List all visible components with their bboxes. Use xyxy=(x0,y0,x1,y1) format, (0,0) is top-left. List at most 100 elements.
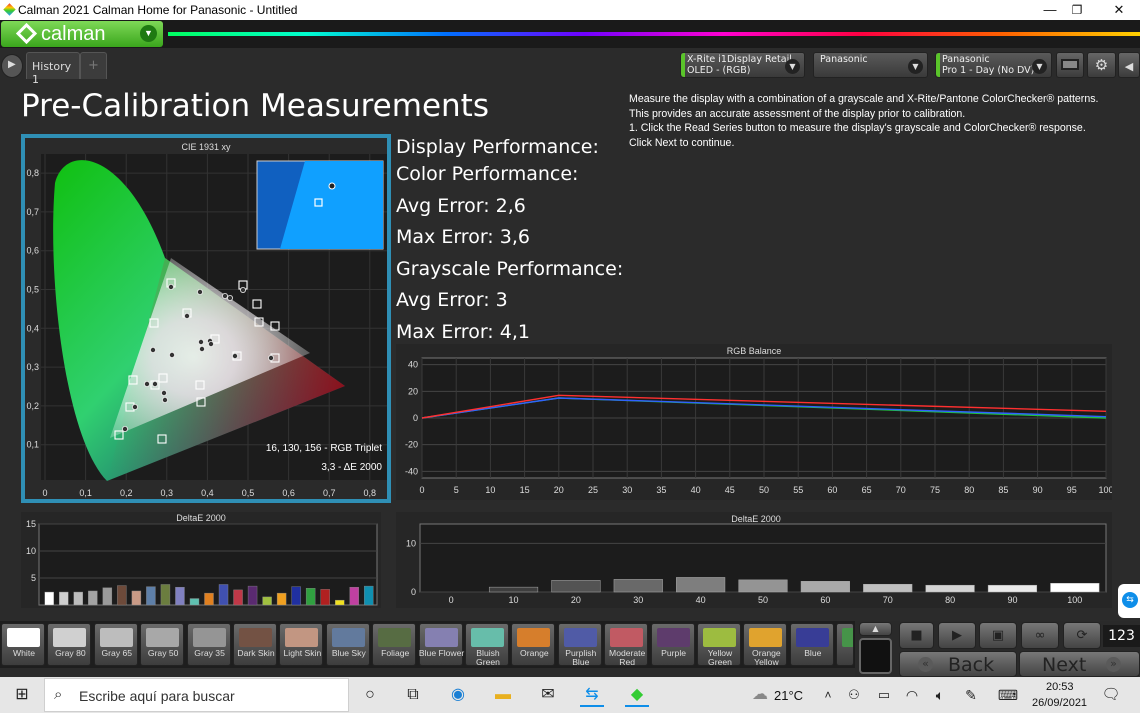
swatch-button[interactable]: Foliage xyxy=(372,623,417,666)
gray-max-error: Max Error: 4,1 xyxy=(396,321,530,343)
swatch-button[interactable]: White xyxy=(1,623,45,666)
rgb-x-tick-label: 80 xyxy=(964,485,974,495)
weather-icon: ☁ xyxy=(752,686,768,703)
chevron-up-icon[interactable]: ˄ xyxy=(816,683,840,707)
deltae-y-tick-label: 10 xyxy=(26,546,36,556)
history-nav-button[interactable]: ▶ xyxy=(1,54,23,78)
collapse-panel-button[interactable]: ◀ xyxy=(1118,52,1140,78)
swatch-button[interactable]: Blue Flower xyxy=(418,623,464,666)
rgb-x-tick-label: 5 xyxy=(454,485,459,495)
calman-menu-button[interactable]: calman ▼ xyxy=(1,21,163,47)
swatch-button[interactable]: Gray 65 xyxy=(93,623,138,666)
swatch-label: Blue Sky xyxy=(331,648,366,658)
read-series-button[interactable]: ⟳ xyxy=(1063,622,1101,649)
display-control-button[interactable] xyxy=(1056,52,1084,78)
swatch-button[interactable]: Purple xyxy=(650,623,695,666)
deltae-gray-bar xyxy=(613,579,663,593)
tab-history-1[interactable]: History 1 xyxy=(26,52,80,86)
swatch-button[interactable]: Bluish Green xyxy=(465,623,509,667)
volume-icon[interactable]: 🔈︎ xyxy=(928,683,952,707)
swatch-button[interactable]: Orange xyxy=(511,623,556,666)
rgb-x-tick-label: 40 xyxy=(691,485,701,495)
file-explorer-icon[interactable]: ▬ xyxy=(491,683,515,707)
notifications-icon[interactable]: 🗨︎ xyxy=(1099,683,1123,707)
display-performance-label: Display Performance: xyxy=(396,136,599,158)
calman-taskbar-icon[interactable]: ◆ xyxy=(625,683,649,707)
battery-icon[interactable]: ▭ xyxy=(872,683,896,707)
swatch-button[interactable]: Gray 35 xyxy=(186,623,231,666)
taskbar-search-box[interactable]: ⌕ Escribe aquí para buscar xyxy=(44,678,349,712)
task-view-icon[interactable]: ⧉ xyxy=(401,683,425,707)
swatch-button[interactable]: Moderate Red xyxy=(604,623,649,667)
measured-point xyxy=(196,288,203,295)
cie-diagram[interactable]: CIE 1931 xy 0 0,1 0,2 0,3 0,4 0,5 0,6 0,7 0,8 0,1… xyxy=(25,138,387,499)
logo-text: calman xyxy=(41,23,106,45)
settings-button[interactable]: ⚙ xyxy=(1087,52,1116,78)
cie-y-tick-label: 0,6 xyxy=(26,246,39,256)
scroll-up-button[interactable]: ▲ xyxy=(859,622,892,636)
title-bar: Calman 2021 Calman Home for Panasonic - … xyxy=(0,0,1140,20)
close-button[interactable]: ✕ xyxy=(1097,0,1140,20)
rgb-balance-chart[interactable]: RGB Balance40200-20-400 5 10 15 20 25 30 35 40 45… xyxy=(396,344,1114,500)
swatch-button[interactable]: Light Skin xyxy=(279,623,324,666)
swatch-chip xyxy=(610,628,644,647)
chevron-left-icon: ◀ xyxy=(1124,60,1134,73)
taskbar-time[interactable]: 20:53 xyxy=(1046,681,1074,693)
deltae-gray-x-tick-label: 100 xyxy=(1067,595,1082,605)
people-icon[interactable]: ⚇ xyxy=(842,683,866,707)
display-dropdown[interactable]: Panasonic ▼ xyxy=(813,52,928,78)
swatch-label: Orange Yellow xyxy=(752,648,781,667)
color-performance-label: Color Performance: xyxy=(396,163,579,185)
deltae-bar xyxy=(59,591,69,606)
maximize-button[interactable]: ❐ xyxy=(1055,0,1099,20)
swatch-button[interactable]: Yellow Green xyxy=(697,623,741,667)
swatch-chip xyxy=(703,628,736,647)
taskbar-date[interactable]: 26/09/2021 xyxy=(1032,697,1087,709)
back-button[interactable]: « Back xyxy=(899,651,1017,677)
swatch-button[interactable]: Gray 80 xyxy=(47,623,92,666)
weather-temperature[interactable]: 21°C xyxy=(774,688,803,703)
wifi-icon[interactable]: ◠ xyxy=(900,683,924,707)
deltae-bar xyxy=(44,591,54,606)
swatch-button[interactable]: Dark Skin xyxy=(233,623,277,666)
source-dropdown[interactable]: Panasonic Pro 1 - Day (No DV) ▼ xyxy=(935,52,1052,78)
read-button[interactable]: ▶ xyxy=(938,622,976,649)
deltae-colorchecker-chart[interactable]: DeltaE 2000 15 10 5 xyxy=(21,512,381,608)
swatch-button[interactable]: Gr xyxy=(836,623,855,666)
deltae-grayscale-chart[interactable]: DeltaE 20001000 10 20 30 40 50 60 70 80 90 100 xyxy=(396,512,1112,608)
swatch-button[interactable]: Blue xyxy=(789,623,834,666)
cie-y-tick-label: 0,2 xyxy=(26,401,39,411)
save-button[interactable]: ▣ xyxy=(979,622,1017,649)
meter-dropdown[interactable]: X-Rite i1Display Retail OLED - (RGB) ▼ xyxy=(680,52,805,78)
swatch-label: Purplish Blue xyxy=(565,648,597,667)
rgb-x-tick-label: 75 xyxy=(930,485,940,495)
cortana-icon[interactable]: ○ xyxy=(358,683,382,707)
measured-point xyxy=(150,346,157,353)
pattern-preview[interactable] xyxy=(859,638,892,674)
teamviewer-taskbar-icon[interactable]: ⇆ xyxy=(580,683,604,707)
swatch-button[interactable]: Purplish Blue xyxy=(557,623,602,667)
next-button[interactable]: Next » xyxy=(1019,651,1140,677)
rgb-x-tick-label: 90 xyxy=(1033,485,1043,495)
mail-icon[interactable]: ✉ xyxy=(536,683,560,707)
deltae-gray-x-tick-label: 60 xyxy=(820,595,830,605)
keyboard-icon[interactable]: ⌨ xyxy=(996,683,1020,707)
back-arrow-icon: « xyxy=(918,657,933,672)
cie-y-tick-label: 0,7 xyxy=(26,207,39,217)
deltae-bar xyxy=(218,584,229,606)
deltae-bar xyxy=(305,588,316,606)
edge-browser-icon[interactable]: ◉ xyxy=(446,683,470,707)
windows-start-icon[interactable]: ⊞ xyxy=(10,683,34,707)
deltae-gray-bar xyxy=(925,584,975,593)
teamviewer-side-tab[interactable]: ⇆ xyxy=(1118,584,1140,618)
stop-button[interactable]: ■ xyxy=(899,622,934,649)
continuous-read-button[interactable]: ∞ xyxy=(1021,622,1059,649)
deltae-gray-x-tick-label: 40 xyxy=(696,595,706,605)
add-tab-button[interactable]: + xyxy=(80,52,107,79)
pen-icon[interactable]: ✎ xyxy=(959,683,983,707)
swatch-button[interactable]: Orange Yellow xyxy=(743,623,788,667)
deltae-bar xyxy=(189,598,200,606)
swatch-button[interactable]: Blue Sky xyxy=(325,623,370,666)
swatch-chip xyxy=(285,628,319,647)
swatch-button[interactable]: Gray 50 xyxy=(140,623,185,666)
